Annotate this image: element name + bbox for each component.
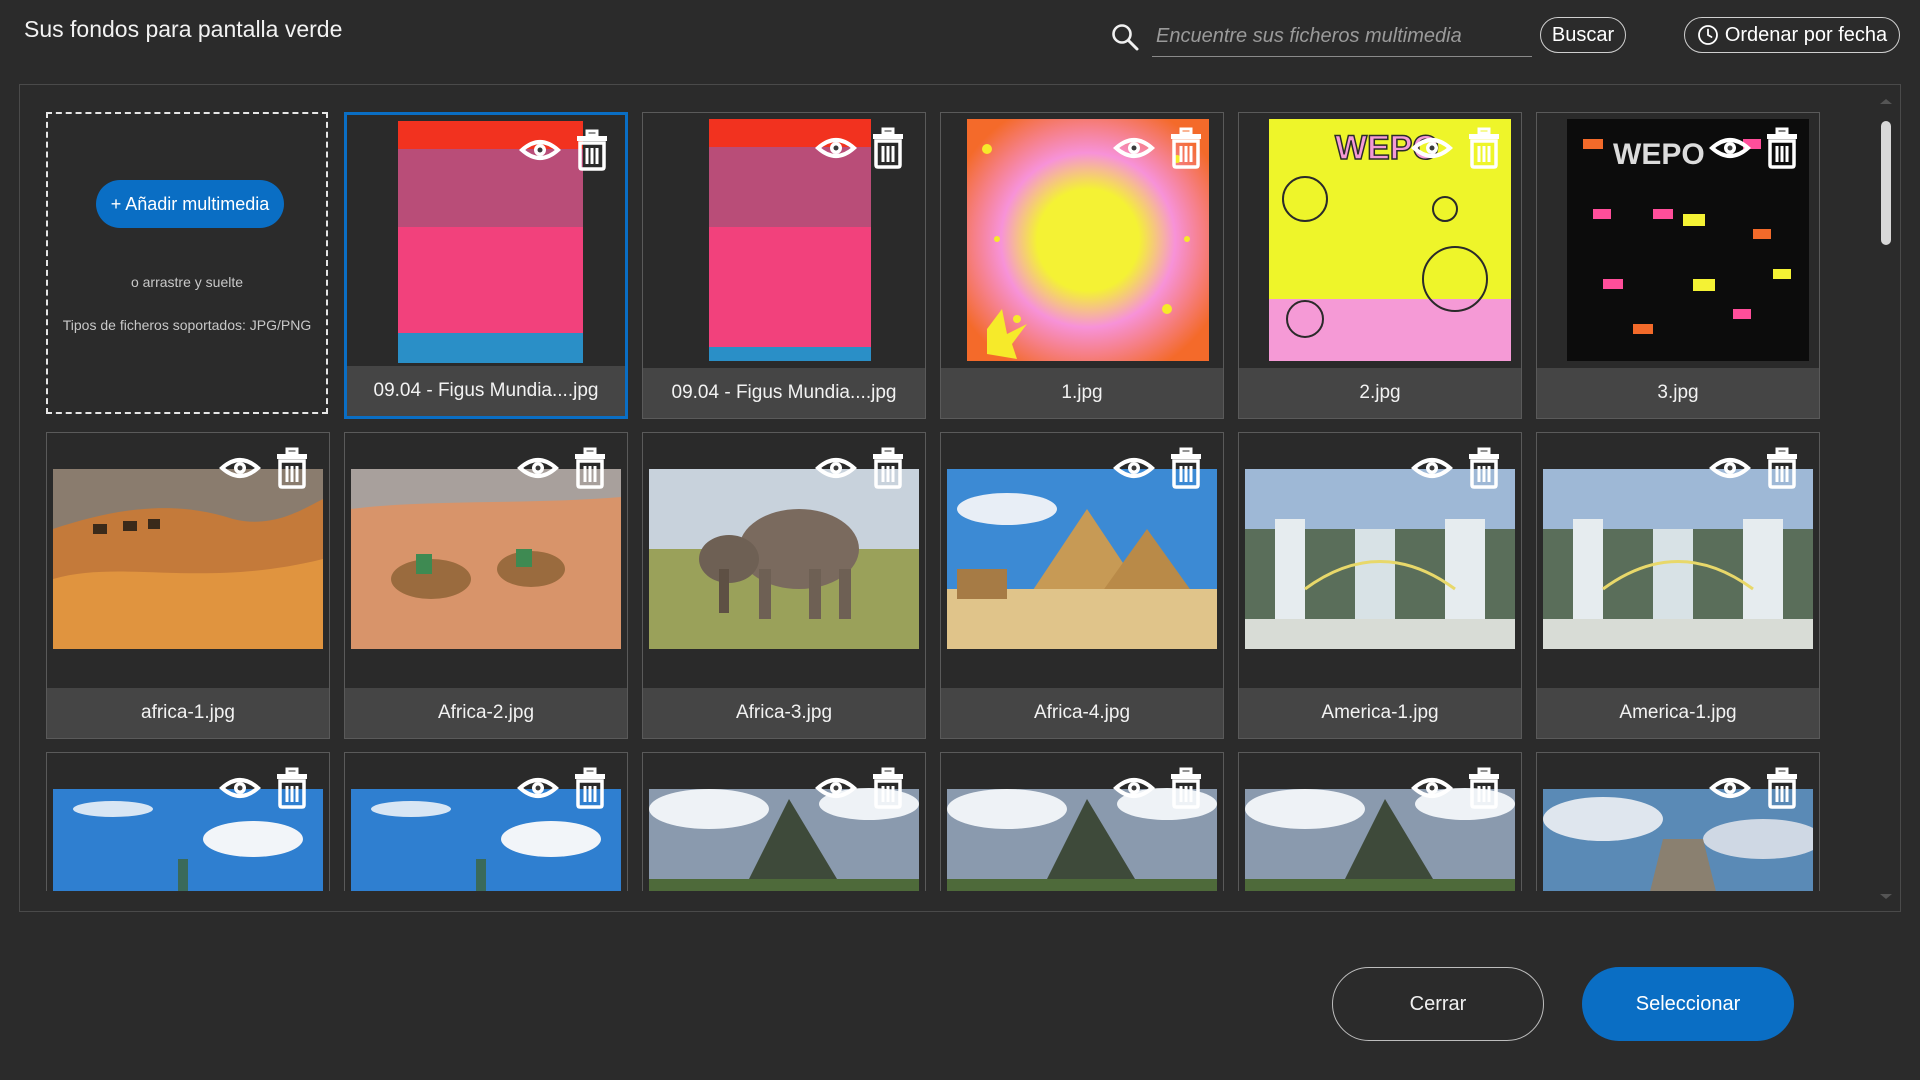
media-filename: 2.jpg: [1239, 368, 1521, 418]
preview-eye-icon[interactable]: [516, 767, 560, 809]
preview-eye-icon[interactable]: [1112, 127, 1156, 169]
delete-trash-icon[interactable]: [1169, 447, 1203, 489]
search-bar: [1110, 14, 1532, 58]
preview-eye-icon[interactable]: [1410, 447, 1454, 489]
delete-trash-icon[interactable]: [1467, 127, 1501, 169]
media-tile[interactable]: 1.jpg: [940, 112, 1224, 419]
select-button[interactable]: Seleccionar: [1582, 967, 1794, 1041]
media-tile[interactable]: [1536, 752, 1820, 891]
search-input[interactable]: [1152, 16, 1532, 57]
scrollbar-thumb[interactable]: [1881, 121, 1891, 245]
media-filename: 3.jpg: [1537, 368, 1819, 418]
delete-trash-icon[interactable]: [275, 767, 309, 809]
delete-trash-icon[interactable]: [573, 767, 607, 809]
media-filename: 09.04 - Figus Mundia....jpg: [347, 366, 625, 416]
delete-trash-icon[interactable]: [1765, 127, 1799, 169]
clock-icon: [1697, 25, 1718, 45]
preview-eye-icon[interactable]: [1112, 447, 1156, 489]
delete-trash-icon[interactable]: [1765, 767, 1799, 809]
delete-trash-icon[interactable]: [573, 447, 607, 489]
media-tile[interactable]: africa-1.jpg: [46, 432, 330, 739]
media-tile[interactable]: [344, 752, 628, 891]
search-icon[interactable]: [1110, 22, 1140, 52]
media-filename: africa-1.jpg: [47, 688, 329, 738]
sort-by-date-button[interactable]: Ordenar por fecha: [1684, 17, 1900, 53]
media-panel: + Añadir multimedia o arrastre y suelte …: [19, 84, 1901, 912]
media-filename: Africa-2.jpg: [345, 688, 627, 738]
page-title: Sus fondos para pantalla verde: [24, 16, 343, 42]
delete-trash-icon[interactable]: [1169, 767, 1203, 809]
sort-button-label: Ordenar por fecha: [1724, 23, 1888, 46]
delete-trash-icon[interactable]: [1467, 767, 1501, 809]
media-tile[interactable]: [46, 752, 330, 891]
media-tile[interactable]: Africa-4.jpg: [940, 432, 1224, 739]
preview-eye-icon[interactable]: [518, 129, 562, 171]
media-filename: 1.jpg: [941, 368, 1223, 418]
media-tile[interactable]: Africa-2.jpg: [344, 432, 628, 739]
preview-eye-icon[interactable]: [218, 447, 262, 489]
media-filename: Africa-3.jpg: [643, 688, 925, 738]
upload-dropzone[interactable]: + Añadir multimedia o arrastre y suelte …: [46, 112, 328, 414]
preview-eye-icon[interactable]: [1708, 447, 1752, 489]
media-tile[interactable]: [642, 752, 926, 891]
media-tile[interactable]: [1238, 752, 1522, 891]
preview-eye-icon[interactable]: [516, 447, 560, 489]
supported-types-text: Tipos de ficheros soportados: JPG/PNG: [62, 317, 312, 333]
close-button[interactable]: Cerrar: [1332, 967, 1544, 1041]
media-grid: + Añadir multimedia o arrastre y suelte …: [20, 85, 1870, 891]
delete-trash-icon[interactable]: [871, 767, 905, 809]
delete-trash-icon[interactable]: [1765, 447, 1799, 489]
scrollbar[interactable]: [1878, 99, 1894, 899]
delete-trash-icon[interactable]: [871, 447, 905, 489]
media-filename: Africa-4.jpg: [941, 688, 1223, 738]
media-filename: America-1.jpg: [1239, 688, 1521, 738]
preview-eye-icon[interactable]: [814, 767, 858, 809]
preview-eye-icon[interactable]: [814, 447, 858, 489]
delete-trash-icon[interactable]: [1169, 127, 1203, 169]
media-tile[interactable]: Africa-3.jpg: [642, 432, 926, 739]
media-tile[interactable]: America-1.jpg: [1238, 432, 1522, 739]
delete-trash-icon[interactable]: [575, 129, 609, 171]
preview-eye-icon[interactable]: [218, 767, 262, 809]
preview-eye-icon[interactable]: [1410, 127, 1454, 169]
delete-trash-icon[interactable]: [871, 127, 905, 169]
preview-eye-icon[interactable]: [1410, 767, 1454, 809]
add-media-button[interactable]: + Añadir multimedia: [96, 180, 284, 228]
search-button[interactable]: Buscar: [1540, 17, 1626, 53]
preview-eye-icon[interactable]: [1112, 767, 1156, 809]
scroll-up-arrow[interactable]: [1880, 99, 1892, 104]
media-tile[interactable]: 09.04 - Figus Mundia....jpg: [344, 112, 628, 419]
preview-eye-icon[interactable]: [1708, 127, 1752, 169]
media-filename: America-1.jpg: [1537, 688, 1819, 738]
delete-trash-icon[interactable]: [275, 447, 309, 489]
media-tile[interactable]: [940, 752, 1224, 891]
preview-eye-icon[interactable]: [1708, 767, 1752, 809]
svg-text:WEPO: WEPO: [1613, 138, 1705, 171]
media-tile[interactable]: WEPO 2.jpg: [1238, 112, 1522, 419]
media-tile[interactable]: America-1.jpg: [1536, 432, 1820, 739]
drag-drop-hint: o arrastre y suelte: [130, 274, 244, 290]
delete-trash-icon[interactable]: [1467, 447, 1501, 489]
scroll-down-arrow[interactable]: [1880, 894, 1892, 899]
preview-eye-icon[interactable]: [814, 127, 858, 169]
media-tile[interactable]: WEPO 3.jpg: [1536, 112, 1820, 419]
media-tile[interactable]: 09.04 - Figus Mundia....jpg: [642, 112, 926, 419]
media-filename: 09.04 - Figus Mundia....jpg: [643, 368, 925, 418]
